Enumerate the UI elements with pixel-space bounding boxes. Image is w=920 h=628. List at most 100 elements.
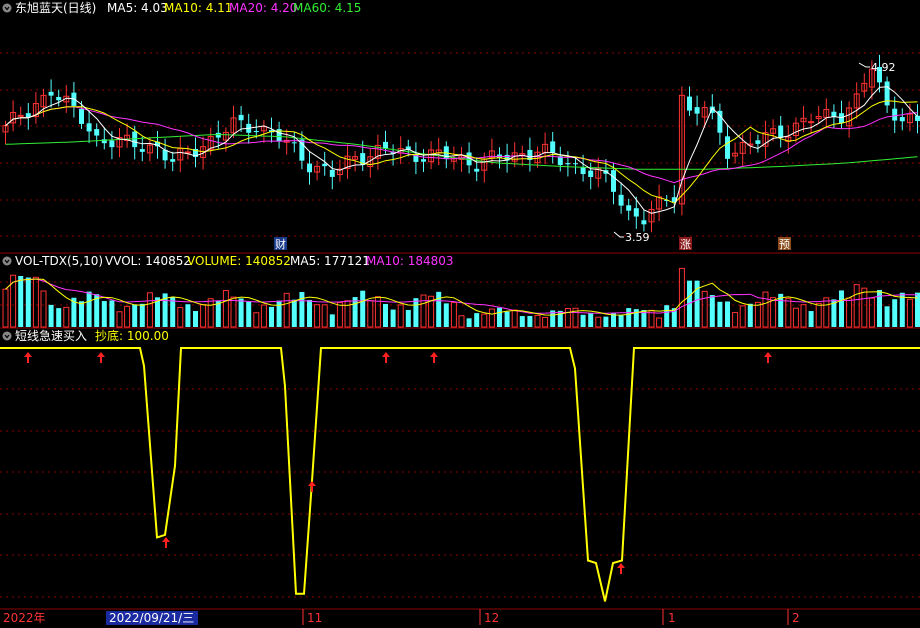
candle — [550, 131, 556, 164]
buy-arrow-icon — [308, 481, 316, 492]
volume-bar — [868, 297, 875, 328]
volume-bar — [488, 308, 495, 328]
axis-label-nov: 11 — [307, 611, 322, 625]
volume-bar — [678, 267, 685, 328]
candle — [542, 132, 549, 165]
volume-bar — [725, 301, 730, 327]
volume-bar — [48, 304, 54, 327]
stock-chart-window: 4.92 3.59 财 涨 预 东旭蓝天(日线) MA5: 4.03 MA10:… — [0, 0, 920, 628]
candle — [177, 136, 184, 173]
volume-bar — [739, 305, 746, 328]
candle — [307, 151, 312, 185]
panel-menu-icon[interactable] — [2, 331, 12, 341]
vvol-value: VVOL: 140852 — [105, 254, 191, 268]
event-marker-limit-up[interactable]: 涨 — [679, 237, 692, 251]
volume-bar — [732, 312, 739, 328]
low-marker: 3.59 — [613, 231, 650, 244]
candle — [238, 106, 244, 132]
volume-bar — [603, 316, 609, 327]
volume-bar — [321, 304, 328, 328]
candle — [162, 138, 168, 169]
candle — [184, 145, 191, 160]
candle — [413, 142, 419, 175]
event-marker-finance[interactable]: 财 — [274, 237, 287, 251]
volume-bar — [808, 311, 814, 327]
volume-bar — [656, 317, 663, 328]
volume-bar — [230, 296, 237, 328]
volume-bar — [542, 316, 549, 328]
event-marker-finance-label: 财 — [275, 237, 286, 251]
candle — [435, 137, 442, 166]
volume-bar — [336, 302, 343, 328]
candle — [10, 100, 17, 132]
event-marker-forecast-label: 预 — [779, 238, 790, 251]
low-label: 3.59 — [625, 231, 650, 244]
candle — [656, 184, 663, 221]
volume-bar — [770, 297, 777, 328]
axis-label-year: 2022年 — [3, 611, 46, 625]
high-label: 4.92 — [871, 61, 896, 74]
candle — [915, 104, 920, 134]
candle — [329, 160, 335, 190]
volume-bar — [709, 295, 715, 327]
volume-bar — [892, 299, 898, 327]
candle — [17, 106, 24, 126]
candle — [527, 137, 533, 172]
volume-bar — [458, 315, 465, 328]
ma10-value: MA10: 4.11 — [164, 1, 232, 15]
volume-title: VOL-TDX(5,10) — [15, 254, 103, 268]
volume-bar — [511, 309, 518, 328]
candle — [344, 144, 351, 179]
candle — [443, 141, 449, 169]
volume-bar — [360, 290, 366, 327]
axis-label-jan: 1 — [668, 611, 676, 625]
volume-bar — [139, 303, 145, 327]
volume-bar — [846, 297, 853, 328]
candle — [725, 125, 730, 169]
volume-bar — [534, 314, 541, 328]
candle — [170, 151, 176, 172]
buy-arrow-icon — [764, 352, 772, 363]
volume-bar — [815, 302, 822, 328]
volume-bar — [474, 313, 480, 327]
volume-bar — [618, 315, 624, 327]
candle — [717, 103, 723, 145]
candle — [314, 160, 321, 181]
candle — [109, 131, 115, 160]
volume-bar — [32, 276, 39, 328]
signal-line — [0, 347, 920, 602]
panel-menu-icon[interactable] — [2, 3, 12, 13]
buy-arrow-icon — [617, 563, 625, 574]
buy-arrow-icon — [430, 352, 438, 363]
candle — [79, 100, 84, 129]
volume-bar — [146, 292, 153, 328]
candle — [32, 91, 39, 124]
volume-bar — [185, 304, 191, 327]
volume-bar — [246, 301, 252, 327]
volume-bar — [25, 277, 31, 327]
chart-canvas[interactable]: 4.92 3.59 财 涨 预 东旭蓝天(日线) MA5: 4.03 MA10:… — [0, 0, 920, 628]
candle — [557, 146, 563, 172]
volume-bar — [588, 312, 594, 327]
volume-bar — [595, 316, 602, 328]
volume-bar — [193, 311, 198, 327]
candle — [618, 182, 624, 214]
volume-bar — [747, 303, 753, 327]
candle — [839, 100, 844, 129]
volume-bar — [291, 299, 297, 327]
buy-arrow-icon — [382, 352, 390, 363]
candle — [94, 123, 100, 147]
candle — [101, 127, 107, 150]
candle — [861, 73, 868, 98]
candle — [390, 144, 396, 166]
candle — [626, 198, 632, 221]
volume-bar — [436, 291, 442, 327]
panel-menu-icon[interactable] — [2, 256, 12, 266]
volume-bar — [10, 274, 17, 328]
event-marker-forecast[interactable]: 预 — [778, 237, 791, 251]
volume-bar — [754, 301, 761, 328]
volume-bar — [63, 306, 70, 328]
candle — [260, 120, 267, 143]
volume-ma5-value: MA5: 177121 — [290, 254, 370, 268]
volume-bar — [307, 299, 312, 327]
